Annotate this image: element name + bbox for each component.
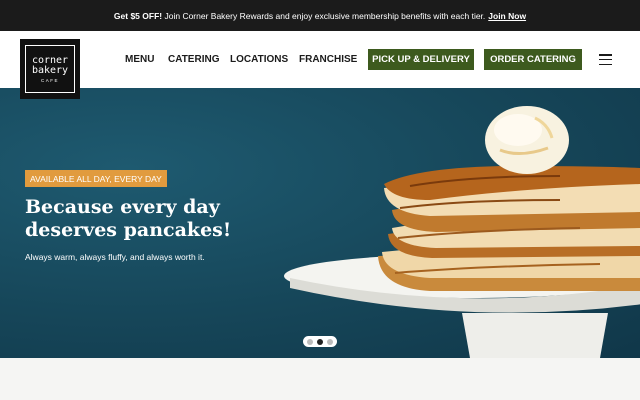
- logo[interactable]: corner bakery CAFE: [20, 39, 80, 99]
- nav-franchise[interactable]: FRANCHISE: [299, 31, 357, 88]
- nav-locations[interactable]: LOCATIONS: [230, 31, 288, 88]
- promo-bar: Get $5 OFF! Join Corner Bakery Rewards a…: [0, 0, 640, 31]
- carousel-dot-2[interactable]: [317, 338, 323, 345]
- site-header: corner bakery CAFE MENU CATERING LOCATIO…: [0, 31, 640, 99]
- burger-line: [599, 54, 612, 56]
- join-now-link[interactable]: Join Now: [488, 11, 526, 21]
- logo-word-bakery: bakery: [31, 64, 69, 76]
- hero-headline: Because every day deserves pancakes!: [25, 196, 232, 241]
- carousel-dot-1[interactable]: [307, 338, 313, 345]
- nav-menu[interactable]: MENU: [125, 31, 154, 88]
- burger-line: [599, 58, 612, 61]
- promo-text: Join Corner Bakery Rewards and enjoy exc…: [164, 10, 486, 21]
- nav-catering[interactable]: CATERING: [168, 31, 219, 88]
- butter-scoop: [485, 106, 569, 174]
- pickup-delivery-button[interactable]: PICK UP & DELIVERY: [368, 49, 474, 70]
- logo-mark: corner bakery CAFE: [25, 45, 75, 93]
- logo-word-cafe: CAFE: [40, 77, 59, 83]
- hero-subtext: Always warm, always fluffy, and always w…: [25, 252, 205, 262]
- content-section: [0, 358, 640, 400]
- carousel-dots: [303, 336, 337, 347]
- promo-highlight: Get $5 OFF!: [113, 10, 163, 21]
- carousel-dot-3[interactable]: [327, 338, 333, 345]
- burger-line: [599, 63, 612, 65]
- availability-badge: AVAILABLE ALL DAY, EVERY DAY: [25, 170, 167, 187]
- pancake-stack: [378, 166, 640, 291]
- hero-banner: AVAILABLE ALL DAY, EVERY DAY Because eve…: [0, 88, 640, 358]
- order-catering-button[interactable]: ORDER CATERING: [484, 49, 582, 70]
- logo-word-corner: corner: [31, 54, 69, 66]
- hamburger-menu-icon[interactable]: [599, 54, 612, 65]
